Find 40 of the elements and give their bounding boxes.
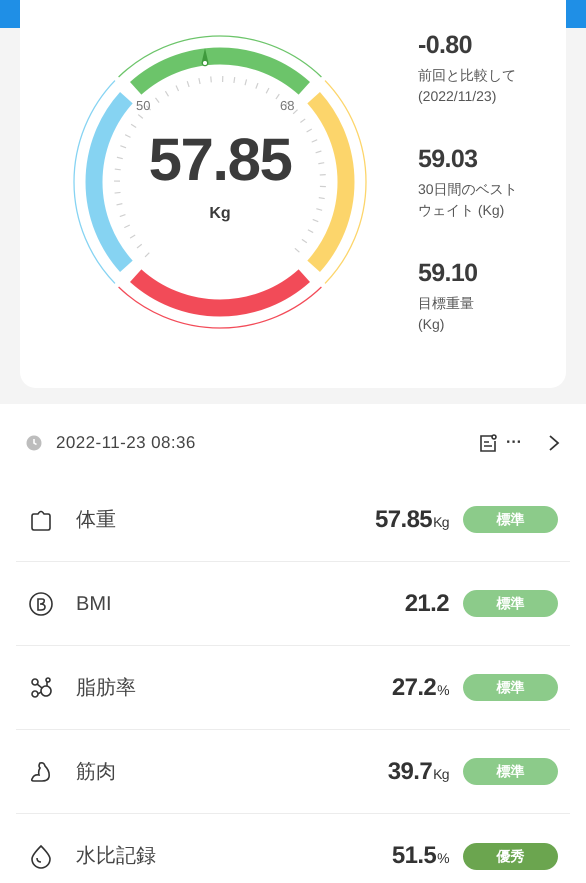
metric-value: 39.7Kg (388, 756, 449, 786)
stat-label: (2022/11/23) (418, 87, 496, 106)
stat-label: ウェイト (Kg) (418, 201, 504, 220)
molecule-icon (28, 674, 54, 700)
stat-label: 前回と比較して (418, 66, 516, 86)
status-badge: 標準 (463, 758, 558, 785)
stat-value: -0.80 (418, 30, 473, 61)
note-icon (478, 433, 498, 453)
metric-name: BMI (76, 592, 112, 616)
header-edge (0, 0, 20, 28)
header-edge (566, 0, 586, 28)
metric-value: 51.5% (392, 841, 449, 871)
chevron-right-icon (548, 434, 560, 452)
next-button[interactable] (548, 434, 560, 452)
more-button[interactable]: ··· (506, 435, 522, 451)
status-badge: 標準 (463, 506, 558, 533)
status-badge: 標準 (463, 590, 558, 617)
letter-circle-icon (28, 590, 54, 616)
scale-label: 50 (136, 97, 150, 115)
metric-name: 体重 (76, 508, 116, 532)
weight-value: 57.85 (148, 130, 292, 190)
metric-name: 水比記録 (76, 844, 156, 869)
status-badge: 標準 (463, 674, 558, 701)
clock-icon (26, 435, 42, 451)
scale-label: 68 (280, 97, 294, 115)
drop-icon (28, 843, 54, 869)
stat-label: 目標重量 (418, 294, 474, 314)
metric-name: 筋肉 (76, 760, 116, 784)
metric-value: 57.85Kg (375, 504, 449, 534)
stat-label: (Kg) (418, 315, 444, 334)
stat-label: 30日間のベスト (418, 180, 518, 200)
record-datetime: 2022-11-23 08:36 (56, 432, 196, 454)
status-badge: 優秀 (463, 842, 558, 870)
weight-unit: Kg (209, 204, 231, 224)
needle-icon (199, 47, 211, 69)
stat-value: 59.03 (418, 144, 478, 175)
metric-value: 27.2% (392, 672, 449, 702)
metric-value: 21.2 (404, 588, 449, 618)
stat-value: 59.10 (418, 258, 478, 289)
metric-name: 脂肪率 (76, 676, 136, 700)
